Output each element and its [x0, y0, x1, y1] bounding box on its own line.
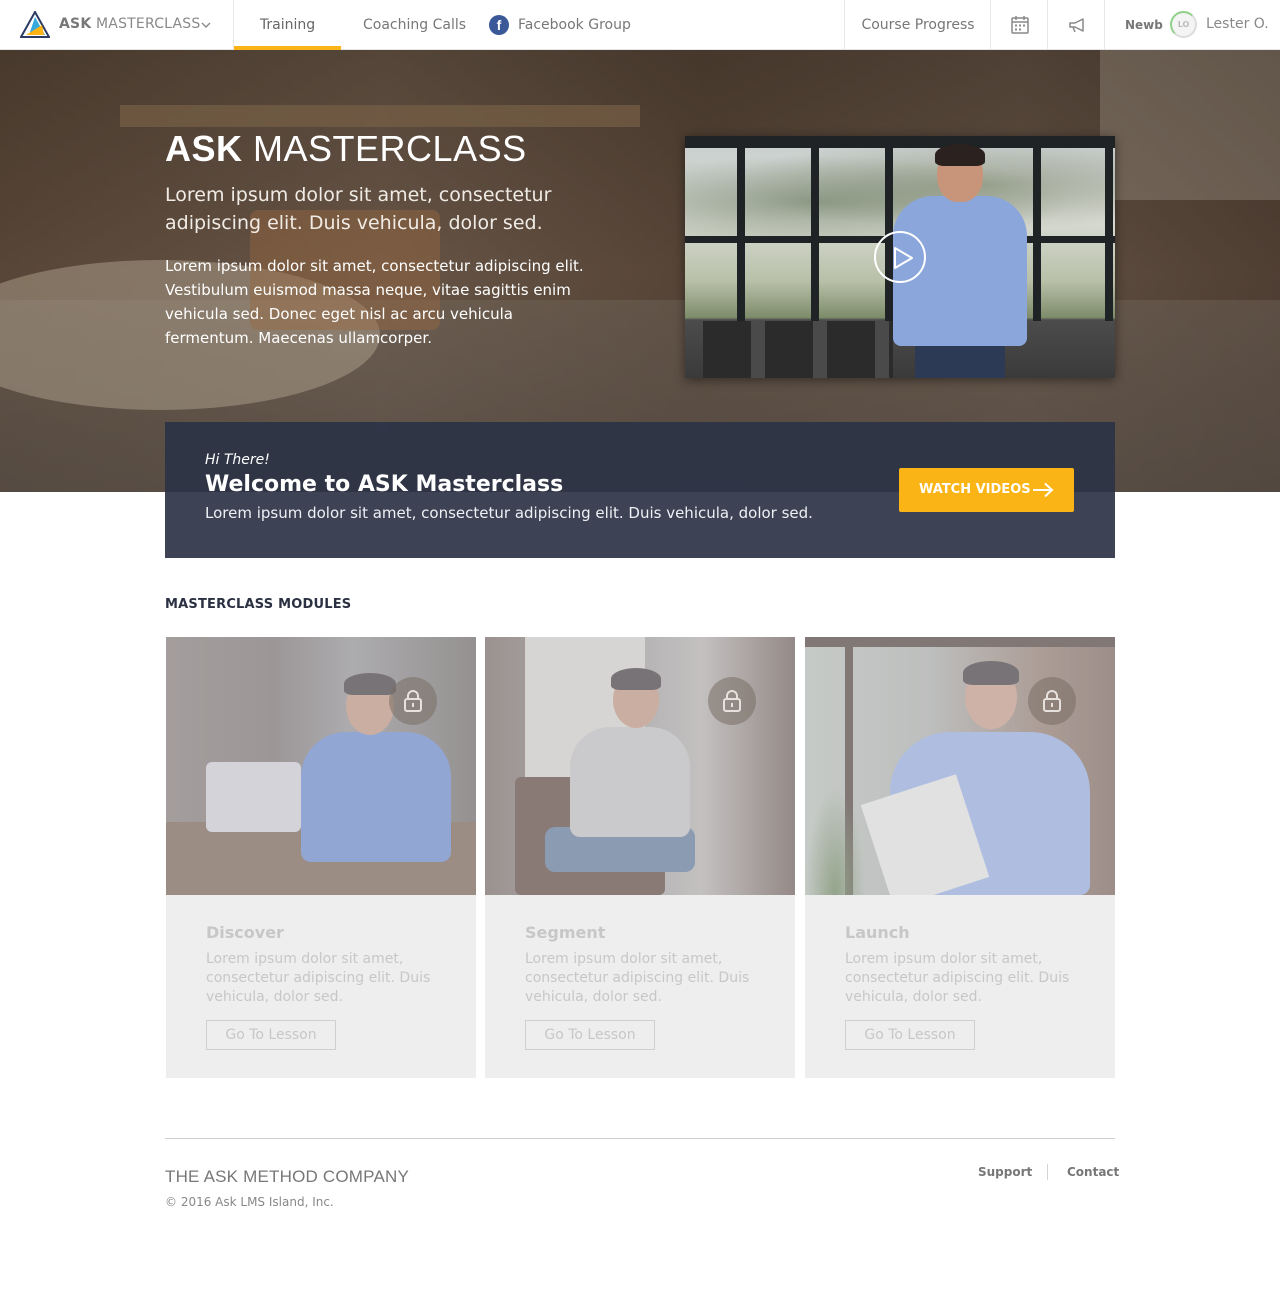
hero-bg-window — [1100, 50, 1280, 200]
welcome-greeting: Hi There! — [205, 452, 270, 468]
video-bg-chairs — [703, 321, 893, 378]
module-card-segment: Segment Lorem ipsum dolor sit amet, cons… — [485, 637, 795, 1078]
module-description: Lorem ipsum dolor sit amet, consectetur … — [525, 951, 750, 1005]
user-rank: Newb — [1125, 18, 1163, 32]
video-play-button[interactable] — [874, 231, 926, 283]
go-to-lesson-button[interactable]: Go To Lesson — [206, 1020, 336, 1050]
welcome-description: Lorem ipsum dolor sit amet, consectetur … — [205, 504, 813, 522]
footer-link-contact[interactable]: Contact — [1067, 1165, 1119, 1179]
video-window-frame — [737, 136, 745, 321]
module-photo — [485, 637, 795, 895]
hero-body-text: Lorem ipsum dolor sit amet, consectetur … — [165, 257, 584, 347]
module-photo — [805, 637, 1115, 895]
facebook-icon: f — [489, 15, 509, 35]
course-progress-link[interactable]: Course Progress — [844, 0, 991, 50]
triangle-logo-icon — [20, 11, 50, 38]
module-title: Discover — [206, 923, 284, 942]
module-description: Lorem ipsum dolor sit amet, consectetur … — [845, 951, 1070, 1005]
video-window-frame — [1105, 136, 1113, 321]
user-name: Lester O. — [1206, 16, 1269, 32]
top-navbar: ASK MASTERCLASS Training Coaching Calls … — [0, 0, 1280, 50]
arrow-right-icon — [1033, 482, 1054, 498]
module-photo — [166, 637, 476, 895]
hero-subtitle: Lorem ipsum dolor sit amet, consectetur … — [165, 184, 552, 234]
calendar-button[interactable] — [990, 0, 1048, 50]
tab-training[interactable]: Training — [234, 0, 341, 50]
hero-bg-table — [120, 105, 640, 127]
modules-heading: MASTERCLASS MODULES — [165, 597, 352, 612]
welcome-title: Welcome to ASK Masterclass — [205, 472, 564, 497]
lock-icon — [1043, 690, 1061, 712]
hero-title: ASK MASTERCLASS — [165, 128, 527, 169]
module-card-launch: Launch Lorem ipsum dolor sit amet, conse… — [805, 637, 1115, 1078]
module-card-discover: Discover Lorem ipsum dolor sit amet, con… — [166, 637, 476, 1078]
intro-video[interactable] — [685, 136, 1115, 378]
module-description: Lorem ipsum dolor sit amet, consectetur … — [206, 951, 431, 1005]
footer-link-support[interactable]: Support — [978, 1165, 1032, 1179]
play-icon — [894, 247, 913, 269]
watch-videos-label: WATCH VIDEOS — [919, 482, 1031, 497]
chevron-down-icon[interactable] — [200, 19, 212, 31]
footer-divider — [165, 1138, 1115, 1139]
announcements-button[interactable] — [1047, 0, 1105, 50]
welcome-banner: Hi There! Welcome to ASK Masterclass Lor… — [165, 422, 1115, 558]
brand-name: ASK MASTERCLASS — [59, 16, 201, 32]
go-to-lesson-button[interactable]: Go To Lesson — [525, 1020, 655, 1050]
tab-facebook-group[interactable]: f Facebook Group — [488, 0, 631, 50]
calendar-icon — [1011, 16, 1029, 34]
footer-copyright: © 2016 Ask LMS Island, Inc. — [165, 1195, 334, 1209]
module-title: Launch — [845, 923, 910, 942]
lock-icon — [723, 690, 741, 712]
megaphone-icon — [1069, 18, 1084, 33]
watch-videos-button[interactable]: WATCH VIDEOS — [899, 468, 1074, 512]
lock-badge — [1028, 677, 1076, 725]
user-menu[interactable]: Newb LO Lester O. — [1104, 0, 1280, 50]
lock-icon — [404, 690, 422, 712]
footer-company-name: THE ASK METHOD COMPANY — [165, 1167, 410, 1186]
lock-badge — [389, 677, 437, 725]
tab-coaching-calls[interactable]: Coaching Calls — [363, 0, 466, 50]
video-window-frame — [811, 136, 819, 321]
module-title: Segment — [525, 923, 606, 942]
brand-menu[interactable]: ASK MASTERCLASS — [0, 0, 234, 50]
footer-link-separator — [1047, 1164, 1048, 1180]
avatar: LO — [1170, 11, 1197, 38]
tab-facebook-label: Facebook Group — [518, 17, 631, 33]
go-to-lesson-button[interactable]: Go To Lesson — [845, 1020, 975, 1050]
lock-badge — [708, 677, 756, 725]
